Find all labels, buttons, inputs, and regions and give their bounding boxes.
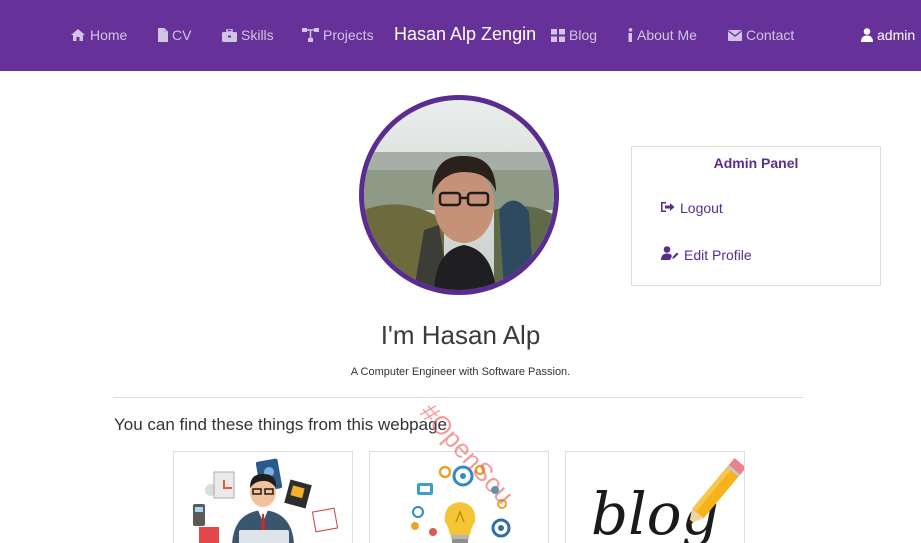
nav-contact[interactable]: Contact [728, 25, 794, 45]
sign-out-icon [661, 200, 675, 216]
nav-home-label: Home [90, 27, 128, 43]
nav-skills[interactable]: Skills [222, 25, 274, 45]
info-icon [628, 28, 633, 42]
hero-name: I'm Hasan Alp [380, 320, 541, 350]
nav-projects-label: Projects [323, 27, 374, 43]
card-blog[interactable]: blog [565, 451, 745, 543]
nav-cv-label: CV [172, 27, 192, 43]
file-icon [158, 28, 168, 42]
nav-projects[interactable]: Projects [302, 25, 374, 45]
nav-skills-label: Skills [241, 27, 274, 43]
edit-profile-link[interactable]: Edit Profile [661, 246, 752, 263]
cv-illustration [193, 458, 339, 543]
nav-about-label: About Me [637, 27, 697, 43]
card-cv[interactable] [173, 451, 353, 543]
top-navbar: Home CV Skills Projects Hasan Alp Zengin… [0, 0, 921, 71]
logout-label: Logout [680, 200, 723, 216]
skills-illustration [411, 464, 511, 543]
envelope-icon [728, 29, 742, 41]
nav-blog[interactable]: Blog [551, 25, 597, 45]
brand-title[interactable]: Hasan Alp Zengin [394, 24, 536, 45]
nav-home[interactable]: Home [70, 25, 127, 45]
briefcase-icon [222, 28, 237, 42]
user-icon [861, 28, 873, 42]
profile-photo [364, 100, 554, 290]
admin-panel: Admin Panel Logout Edit Profile [631, 146, 881, 286]
nav-about[interactable]: About Me [628, 25, 697, 45]
nav-user-label: admin [877, 27, 916, 43]
sitemap-icon [302, 28, 319, 42]
nav-user-admin[interactable]: admin [861, 25, 915, 45]
card-skills[interactable] [369, 451, 549, 543]
admin-panel-title: Admin Panel [713, 155, 799, 171]
grid-icon [551, 28, 565, 42]
blog-illustration: blog [591, 458, 744, 543]
user-edit-icon [661, 246, 679, 263]
logout-link[interactable]: Logout [661, 200, 723, 216]
profile-avatar [359, 95, 559, 295]
hero-subtitle: A Computer Engineer with Software Passio… [350, 366, 571, 378]
nav-cv[interactable]: CV [158, 25, 191, 45]
nav-blog-label: Blog [569, 27, 598, 43]
home-icon [70, 28, 86, 42]
section-divider [113, 397, 804, 398]
edit-profile-label: Edit Profile [684, 246, 752, 263]
nav-contact-label: Contact [746, 27, 795, 43]
section-title: You can find these things from this webp… [114, 415, 447, 434]
